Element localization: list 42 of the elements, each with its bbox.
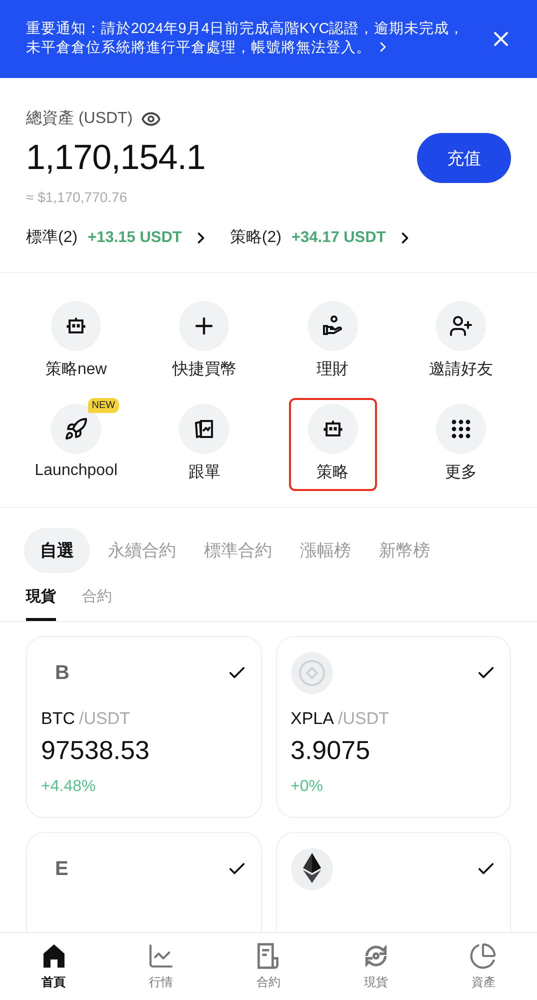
- ethereum-icon: [290, 848, 332, 890]
- pnl-link[interactable]: 標準(2) +13.15 USDT: [26, 227, 210, 248]
- pair-base: XPLA: [290, 709, 334, 729]
- shortcut-item[interactable]: 邀請好友: [416, 295, 505, 388]
- pnl-link[interactable]: 策略(2) +34.17 USDT: [230, 227, 414, 248]
- price-change: +4.48%: [41, 778, 97, 796]
- shortcut-item[interactable]: NEW Launchpool: [32, 398, 120, 491]
- coin-letter: E: [54, 858, 68, 880]
- hand-person-icon: [320, 314, 345, 338]
- pair-quote: /USDT: [79, 709, 130, 729]
- nav-item[interactable]: 合約: [214, 933, 322, 1000]
- chart-line-icon: [147, 942, 176, 970]
- add-user-icon: [448, 314, 473, 338]
- fiat-value: ≈ $1,170,770.76: [26, 189, 128, 205]
- shortcut-item[interactable]: 理財: [288, 295, 377, 388]
- nav-item[interactable]: 資產: [430, 933, 537, 1000]
- pie-chart-icon: [469, 942, 498, 970]
- coin-letter: B: [54, 662, 70, 684]
- new-badge: NEW: [88, 398, 120, 413]
- sub-tab[interactable]: 現貨: [26, 587, 56, 621]
- total-assets-label: 總資產 (USDT): [26, 108, 133, 129]
- price-change: +0%: [290, 778, 324, 796]
- rocket-icon: [64, 417, 88, 441]
- shortcut-item[interactable]: 更多: [416, 398, 505, 491]
- market-tab[interactable]: 自選: [24, 528, 90, 573]
- pair-quote: /USDT: [338, 709, 389, 729]
- pair-base: BTC: [41, 709, 75, 729]
- notice-text[interactable]: 重要通知：請於2024年9月4日前完成高階KYC認證，逾期未完成，未平倉倉位系統將進行平倉處理，帳號將無法登入。: [26, 20, 469, 58]
- coin-logo-icon: [290, 652, 332, 694]
- shortcut-item[interactable]: 策略new: [32, 295, 120, 388]
- deposit-button[interactable]: 充值: [417, 133, 511, 183]
- shortcut-item[interactable]: 策略: [288, 398, 377, 491]
- nav-item[interactable]: 現貨: [322, 933, 430, 1000]
- total-assets-amount: 1,170,154.1: [26, 138, 206, 178]
- shortcut-item[interactable]: 快捷買幣: [160, 295, 248, 388]
- price: 3.9075: [290, 735, 372, 766]
- nav-item[interactable]: 首頁: [0, 933, 108, 1000]
- price: 97538.53: [41, 735, 150, 766]
- shortcut-item[interactable]: 跟單: [160, 398, 248, 491]
- nav-item[interactable]: 行情: [107, 933, 215, 1000]
- market-card[interactable]: XPLA /USDT 3.9075 +0%: [276, 636, 511, 818]
- market-card[interactable]: B BTC /USDT 97538.53 +4.48%: [26, 636, 262, 818]
